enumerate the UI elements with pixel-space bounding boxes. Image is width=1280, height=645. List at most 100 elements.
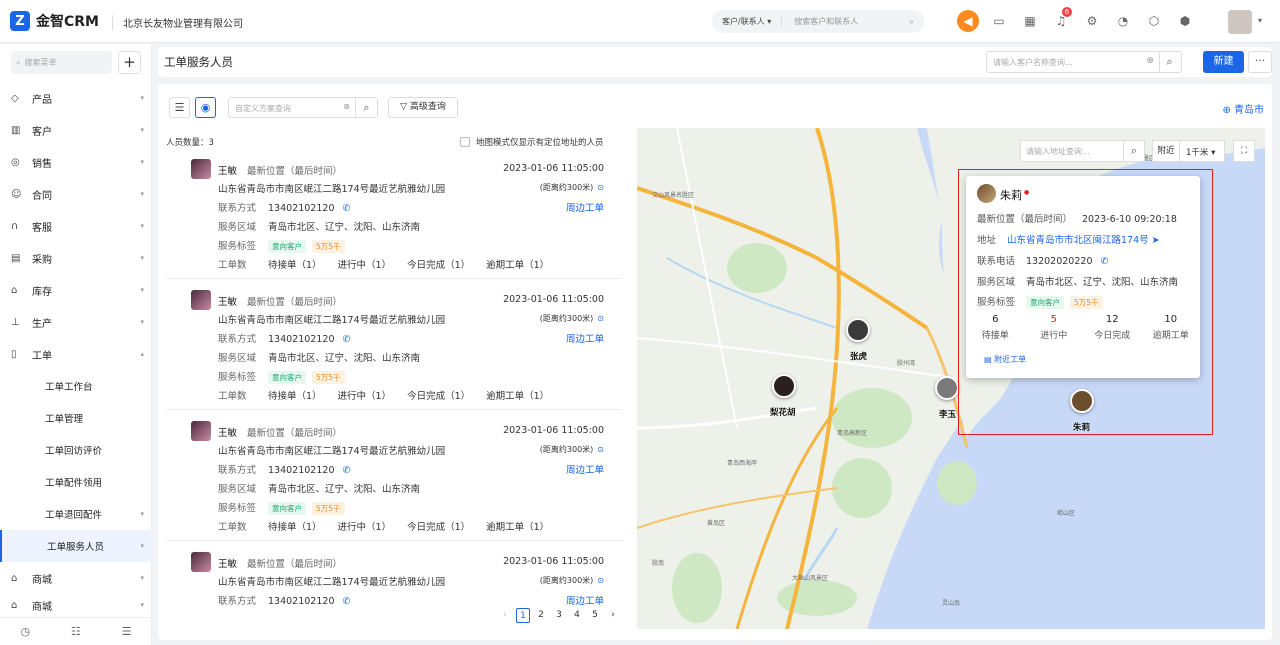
popup-nearby-tickets-link[interactable]: ▤ 附近工单	[984, 354, 1026, 365]
sidebar-subitem-ticket-review[interactable]: 工单回访评价	[0, 434, 152, 466]
global-search-input[interactable]: 搜索客户和联系人	[782, 16, 909, 27]
staff-marker[interactable]	[772, 374, 796, 398]
range-select[interactable]: 1千米 ▾	[1179, 140, 1225, 162]
sidebar-item-inventory[interactable]: ⌂ 库存 ▾	[0, 274, 152, 306]
staff-card[interactable]: 王敏 最新位置（最后时间） 2023-01-06 11:05:00 山东省青岛市市…	[166, 544, 622, 607]
clear-icon[interactable]: ⊗	[343, 102, 350, 111]
sidebar-subitem-ticket-workbench[interactable]: 工单工作台	[0, 370, 152, 402]
tag-intent-customer: 意向客户	[268, 502, 306, 515]
cube-icon: ◇	[11, 92, 19, 104]
stat-done-today[interactable]: 12 今日完成	[1083, 314, 1142, 341]
search-scope-select[interactable]: 客户/联系人 ▾	[712, 16, 783, 27]
history-icon[interactable]: ◷	[20, 625, 30, 638]
menu-search-input[interactable]: ⌕ 搜索菜单	[11, 51, 112, 74]
checkbox[interactable]	[460, 137, 470, 147]
tag-intent-customer: 意向客户	[268, 371, 306, 384]
stat-in-progress[interactable]: 5 进行中	[1025, 314, 1084, 341]
fullscreen-icon[interactable]: ⛶	[1233, 140, 1255, 162]
more-button[interactable]: ···	[1248, 51, 1272, 73]
page-5[interactable]: 5	[588, 608, 602, 623]
pie-chart-icon[interactable]: ◔	[1112, 10, 1134, 32]
global-search[interactable]: 客户/联系人 ▾ 搜索客户和联系人 ⌕	[712, 10, 924, 33]
clear-icon[interactable]: ⊗	[1146, 56, 1154, 66]
list-view-icon[interactable]: ☰	[169, 97, 190, 118]
map-view-icon[interactable]: ◉	[195, 97, 216, 118]
address: 山东省青岛市市南区岷江二路174号最近艺航雅幼儿园	[218, 446, 446, 457]
document-icon: ▯	[11, 348, 17, 360]
collapse-menu-icon[interactable]: ☰	[122, 625, 132, 638]
staff-marker[interactable]	[935, 376, 959, 400]
customer-search-button[interactable]: ⌕	[1158, 51, 1182, 73]
bell-icon[interactable]: ♫ 6	[1050, 7, 1072, 32]
staff-marker[interactable]	[846, 318, 870, 342]
new-button[interactable]: 新建	[1203, 51, 1244, 73]
stat-pending[interactable]: 6 待接单	[966, 314, 1025, 341]
stat-overdue[interactable]: 10 逾期工单	[1142, 314, 1201, 341]
advanced-query-button[interactable]: ▽ 高级查询	[388, 97, 458, 118]
location-pin-icon[interactable]: ⊙	[597, 576, 604, 585]
sidebar-item-purchase[interactable]: ▤ 采购 ▾	[0, 242, 152, 274]
settings-sliders-icon[interactable]: ☷	[71, 625, 81, 638]
filter-search-button[interactable]: ⌕	[355, 97, 378, 118]
nearby-tickets-link[interactable]: 周边工单	[566, 200, 604, 214]
phone-number: 13402102120	[268, 465, 335, 476]
location-pin-icon[interactable]: ⊙	[597, 183, 604, 192]
nearby-tickets-link[interactable]: 周边工单	[566, 593, 604, 607]
logo[interactable]: Z 金智CRM	[10, 11, 99, 31]
map-address-search-input[interactable]: 请输入地址查询...	[1020, 140, 1124, 162]
cube-icon[interactable]: ⬢	[1174, 10, 1196, 32]
sidebar-item-contract[interactable]: ☺ 合同 ▾	[0, 178, 152, 210]
page-1[interactable]: 1	[516, 608, 530, 623]
search-icon[interactable]: ⌕	[910, 17, 914, 27]
location-pin-icon[interactable]: ⊙	[597, 445, 604, 454]
inbox-icon[interactable]: ▭	[988, 10, 1010, 32]
map-search-button[interactable]: ⌕	[1123, 140, 1145, 162]
sidebar-item-mall[interactable]: ⌂ 商城 ▾	[0, 562, 152, 594]
map-mode-checkbox[interactable]: 地图模式仅显示有定位地址的人员	[460, 136, 604, 148]
staff-card[interactable]: 王敏 最新位置（最后时间） 2023-01-06 11:05:00 山东省青岛市市…	[166, 151, 622, 279]
location-pin-icon[interactable]: ⊙	[597, 314, 604, 323]
page-3[interactable]: 3	[552, 608, 566, 623]
add-menu-button[interactable]: +	[118, 51, 141, 74]
calendar-icon[interactable]: ▦	[1019, 10, 1041, 32]
megaphone-icon[interactable]: ◀	[957, 10, 979, 32]
staff-card[interactable]: 王敏 最新位置（最后时间） 2023-01-06 11:05:00 山东省青岛市市…	[166, 413, 622, 541]
phone-icon[interactable]: ✆	[343, 334, 351, 345]
map-view[interactable]: 艾山风景名胜区 青岛高新区 胶州湾 崂山区 即墨区 青岛西海岸 黄岛区 大珠山风…	[637, 128, 1265, 629]
city-selector[interactable]: ⊕ 青岛市	[1222, 101, 1264, 116]
address: 山东省青岛市市南区岷江二路174号最近艺航雅幼儿园	[218, 577, 446, 588]
page-2[interactable]: 2	[534, 608, 548, 623]
sidebar-item-customer[interactable]: ▥ 客户 ▾	[0, 114, 152, 146]
sidebar-subitem-parts-requisition[interactable]: 工单配件领用	[0, 466, 152, 498]
popup-address[interactable]: 山东省青岛市市北区闽江路174号	[1007, 235, 1149, 246]
filter-scheme-input[interactable]: 自定义方案查询 ⊗	[228, 97, 356, 118]
sidebar-subitem-ticket-management[interactable]: 工单管理	[0, 402, 152, 434]
sidebar-item-service[interactable]: ∩ 客服 ▾	[0, 210, 152, 242]
sidebar-item-ticket[interactable]: ▯ 工单 ▴	[0, 338, 152, 370]
sidebar-item-production[interactable]: ⊥ 生产 ▾	[0, 306, 152, 338]
user-avatar[interactable]	[1228, 10, 1252, 34]
phone-icon[interactable]: ✆	[343, 465, 351, 476]
sidebar-item-sales[interactable]: ◎ 销售 ▾	[0, 146, 152, 178]
prev-page-icon[interactable]: ‹	[498, 608, 512, 623]
gear-icon[interactable]: ⚙	[1081, 10, 1103, 32]
shield-icon[interactable]: ⬡	[1143, 10, 1165, 32]
sidebar-subitem-parts-return[interactable]: 工单退回配件 ▾	[0, 498, 152, 530]
nearby-tickets-link[interactable]: 周边工单	[566, 331, 604, 345]
sidebar-subitem-service-staff[interactable]: 工单服务人员 ▾	[0, 530, 152, 562]
customer-search-input[interactable]: 请输入客户名称查询... ⊗	[986, 51, 1160, 73]
staff-card[interactable]: 王敏 最新位置（最后时间） 2023-01-06 11:05:00 山东省青岛市市…	[166, 282, 622, 410]
sidebar-item-product[interactable]: ◇ 产品 ▾	[0, 82, 152, 114]
nearby-tickets-link[interactable]: 周边工单	[566, 462, 604, 476]
marker-name: 张虎	[850, 352, 868, 362]
phone-icon[interactable]: ✆	[343, 596, 351, 607]
navigate-icon[interactable]: ➤	[1149, 235, 1160, 246]
phone-icon[interactable]: ✆	[343, 203, 351, 214]
chevron-down-icon[interactable]: ▾	[1258, 16, 1262, 25]
page-4[interactable]: 4	[570, 608, 584, 623]
phone-icon[interactable]: ✆	[1101, 256, 1109, 267]
next-page-icon[interactable]: ›	[606, 608, 620, 623]
sidebar-item-mall-2[interactable]: ⌂ 商城 ▾	[0, 594, 152, 616]
position-time: 2023-01-06 11:05:00	[503, 163, 604, 174]
search-icon: ⌕	[16, 57, 21, 67]
